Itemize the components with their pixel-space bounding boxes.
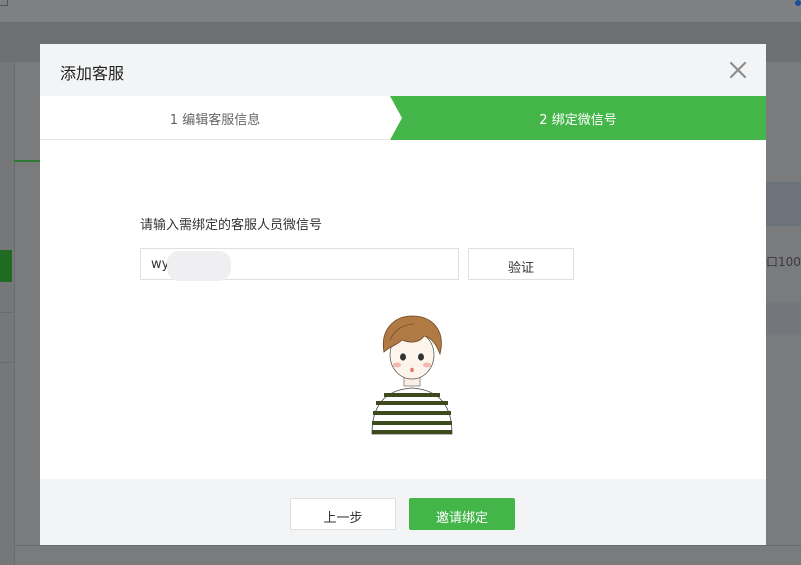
step-edit-info: 1 编辑客服信息 [40,96,390,140]
verify-button-label: 验证 [507,261,534,276]
sidebar-divider [0,312,14,313]
verify-button[interactable]: 验证 [468,248,574,280]
background-topbar [0,0,801,22]
sidebar-active-marker [0,250,12,282]
background-table-row [766,302,801,334]
add-customer-service-dialog: 添加客服 1 编辑客服信息 2 绑定微信号 请输入需绑定的客服人员微信号 wy … [40,44,766,545]
wechat-prompt-label: 请输入需绑定的客服人员微信号 [140,218,323,233]
sidebar-divider [0,362,14,363]
background-table-cell: ⼝100- [766,255,801,269]
step-bind-wechat: 2 绑定微信号 [390,96,766,140]
background-divider [14,545,801,546]
background-tab-underline [14,160,40,162]
previous-step-button[interactable]: 上一步 [290,498,396,530]
background-table-header [766,182,801,226]
background-sidebar [0,62,15,565]
invite-bind-button[interactable]: 邀请绑定 [409,498,515,530]
previous-step-label: 上一步 [323,511,363,526]
dialog-header: 添加客服 [40,44,766,96]
invite-bind-label: 邀请绑定 [435,511,488,526]
background-checkbox [0,0,8,6]
redaction-blur [167,251,231,281]
wechat-avatar [354,300,470,436]
step-label: 1 编辑客服信息 [169,113,261,128]
dialog-footer: 上一步 邀请绑定 [40,479,766,545]
step-label: 2 绑定微信号 [539,113,617,128]
close-icon[interactable] [728,60,748,80]
dialog-title: 添加客服 [60,64,125,83]
background-notification-dot [795,0,801,6]
step-indicator: 1 编辑客服信息 2 绑定微信号 [40,96,766,140]
wechat-id-input[interactable]: wy [140,248,459,281]
